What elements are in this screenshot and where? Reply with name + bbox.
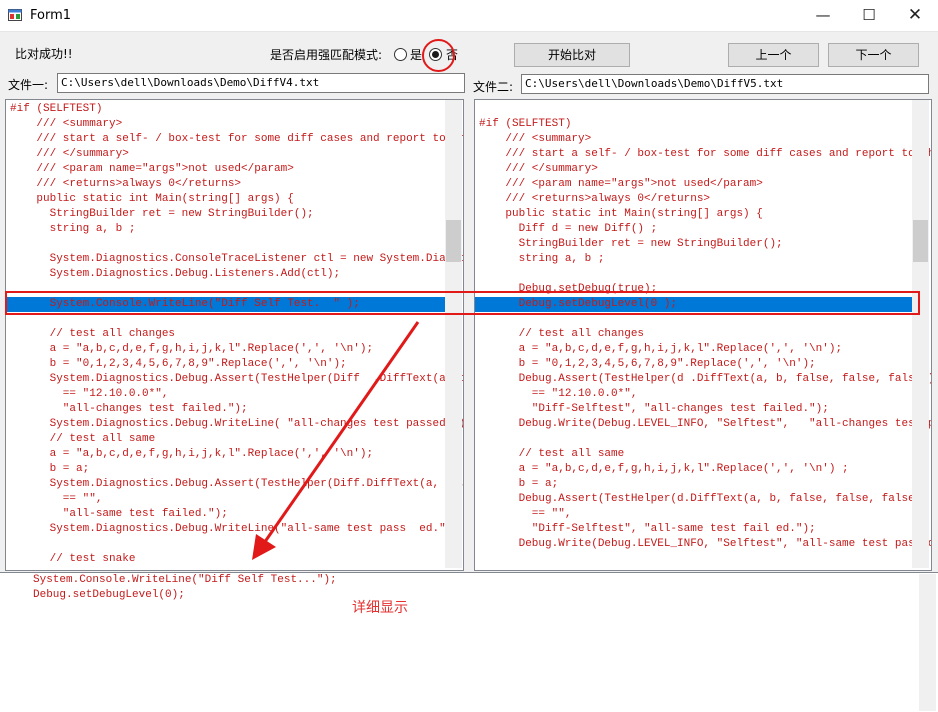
- annotation-arrow: [252, 321, 420, 560]
- detail-annotation-label: 详细显示: [352, 600, 408, 616]
